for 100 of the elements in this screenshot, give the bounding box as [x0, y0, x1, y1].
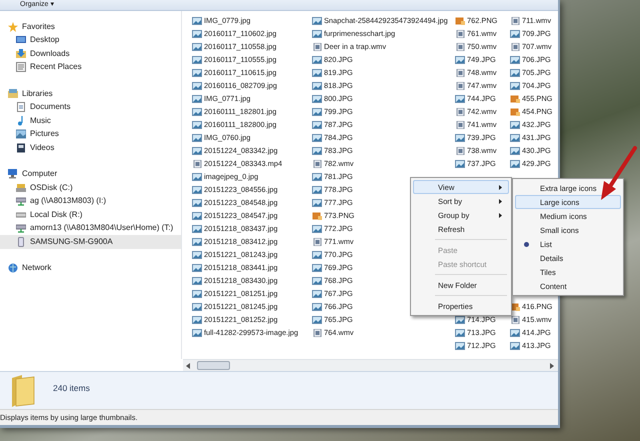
phone-icon — [16, 236, 26, 247]
image-file-icon — [455, 56, 465, 64]
nav-item[interactable]: Music — [0, 114, 181, 128]
film-icon — [16, 142, 26, 153]
image-file-icon — [312, 198, 322, 206]
video-file-icon — [192, 160, 202, 168]
network-drive-icon — [16, 196, 26, 206]
image-file-icon — [312, 120, 322, 128]
image-file-icon — [312, 224, 322, 232]
image-file-icon — [192, 56, 202, 64]
nav-item[interactable]: Local Disk (R:) — [0, 208, 181, 222]
horizontal-scrollbar[interactable] — [183, 359, 558, 371]
image-file-icon — [192, 94, 202, 102]
video-file-icon — [312, 42, 322, 50]
image-file-icon — [312, 108, 322, 116]
image-file-icon — [192, 134, 202, 142]
item-count: 240 items — [53, 382, 90, 395]
image-file-icon — [455, 160, 465, 168]
nav-item[interactable]: Desktop — [0, 34, 181, 47]
nav-item[interactable]: Computer — [0, 168, 181, 181]
libraries-icon — [8, 88, 18, 99]
image-file-icon — [312, 68, 322, 76]
video-file-icon — [510, 316, 520, 324]
image-file-icon — [192, 250, 202, 258]
scroll-left-icon[interactable] — [186, 362, 191, 368]
image-file-icon — [192, 108, 202, 116]
nav-item[interactable]: Network — [0, 262, 181, 275]
video-file-icon — [455, 146, 465, 154]
image-file-icon — [510, 56, 520, 64]
video-file-icon — [455, 120, 465, 128]
image-file-icon — [192, 120, 202, 128]
image-file-icon — [455, 316, 465, 324]
image-file-icon — [192, 212, 202, 220]
nav-item[interactable]: Documents — [0, 100, 181, 114]
image-file-icon — [192, 302, 202, 310]
image-file-icon — [312, 250, 322, 258]
image-file-icon — [510, 328, 520, 336]
nav-item[interactable]: OSDisk (C:) — [0, 181, 181, 194]
image-file-icon — [192, 224, 202, 232]
image-file-icon — [192, 68, 202, 76]
scrollbar-thumb[interactable] — [197, 361, 230, 370]
image-file-icon — [510, 160, 520, 168]
image-file-icon — [192, 276, 202, 284]
png-file-icon — [312, 212, 322, 220]
image-file-icon — [192, 42, 202, 50]
image-file-icon — [312, 94, 322, 102]
nav-item[interactable]: Downloads — [0, 47, 181, 60]
image-file-icon — [455, 94, 465, 102]
image-file-icon — [192, 316, 202, 324]
disk-drive-icon — [16, 182, 26, 193]
image-file-icon — [312, 146, 322, 154]
nav-item[interactable]: Favorites — [0, 20, 181, 34]
image-file-icon — [192, 172, 202, 180]
network-icon — [8, 263, 18, 274]
image-file-icon — [455, 328, 465, 336]
video-file-icon — [455, 82, 465, 90]
image-file-icon — [312, 186, 322, 194]
video-file-icon — [510, 16, 520, 24]
downloads-folder-icon — [16, 48, 26, 59]
video-file-icon — [455, 68, 465, 76]
image-file-icon — [455, 342, 465, 350]
png-file-icon — [455, 16, 465, 24]
image-file-icon — [312, 290, 322, 298]
png-file-icon — [510, 108, 520, 116]
star-icon — [8, 22, 18, 32]
video-file-icon — [455, 30, 465, 38]
nav-item[interactable]: ag (\\A8013M803) (I:) — [0, 194, 181, 208]
nav-item[interactable]: Recent Places — [0, 60, 181, 74]
image-file-icon — [192, 264, 202, 272]
image-file-icon — [192, 186, 202, 194]
image-file-icon — [312, 264, 322, 272]
video-file-icon — [312, 328, 322, 336]
nav-item[interactable]: Pictures — [0, 128, 181, 141]
image-file-icon — [510, 342, 520, 350]
image-file-icon — [192, 146, 202, 154]
image-file-icon — [192, 290, 202, 298]
nav-item[interactable]: Videos — [0, 141, 181, 154]
image-file-icon — [312, 82, 322, 90]
folder-icon — [10, 374, 36, 408]
image-file-icon — [192, 16, 202, 24]
image-file-icon — [510, 68, 520, 76]
pointer-arrow — [601, 146, 637, 200]
image-file-icon — [312, 16, 322, 24]
nav-item[interactable]: Libraries — [0, 87, 181, 100]
pictures-icon — [16, 129, 26, 140]
document-icon — [16, 102, 26, 112]
video-file-icon — [510, 42, 520, 50]
video-file-icon — [312, 160, 322, 168]
image-file-icon — [510, 30, 520, 38]
image-file-icon — [192, 82, 202, 90]
scroll-right-icon[interactable] — [550, 362, 555, 368]
nav-item[interactable]: amorn13 (\\A8013M804\User\Home) (T:) — [0, 222, 181, 235]
computer-icon — [8, 169, 18, 180]
video-file-icon — [312, 238, 322, 246]
image-file-icon — [192, 238, 202, 246]
image-file-icon — [510, 146, 520, 154]
nav-item[interactable]: SAMSUNG-SM-G900A — [0, 235, 181, 248]
image-file-icon — [192, 30, 202, 38]
image-file-icon — [312, 302, 322, 310]
image-file-icon — [510, 82, 520, 90]
